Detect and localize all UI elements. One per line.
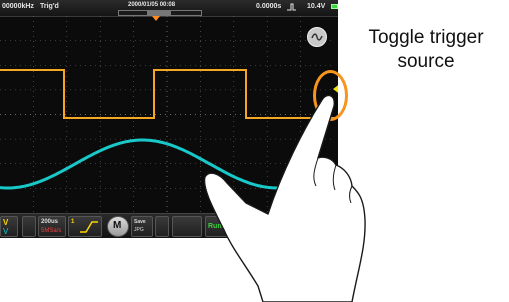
hand-pointer-icon [203,94,366,302]
